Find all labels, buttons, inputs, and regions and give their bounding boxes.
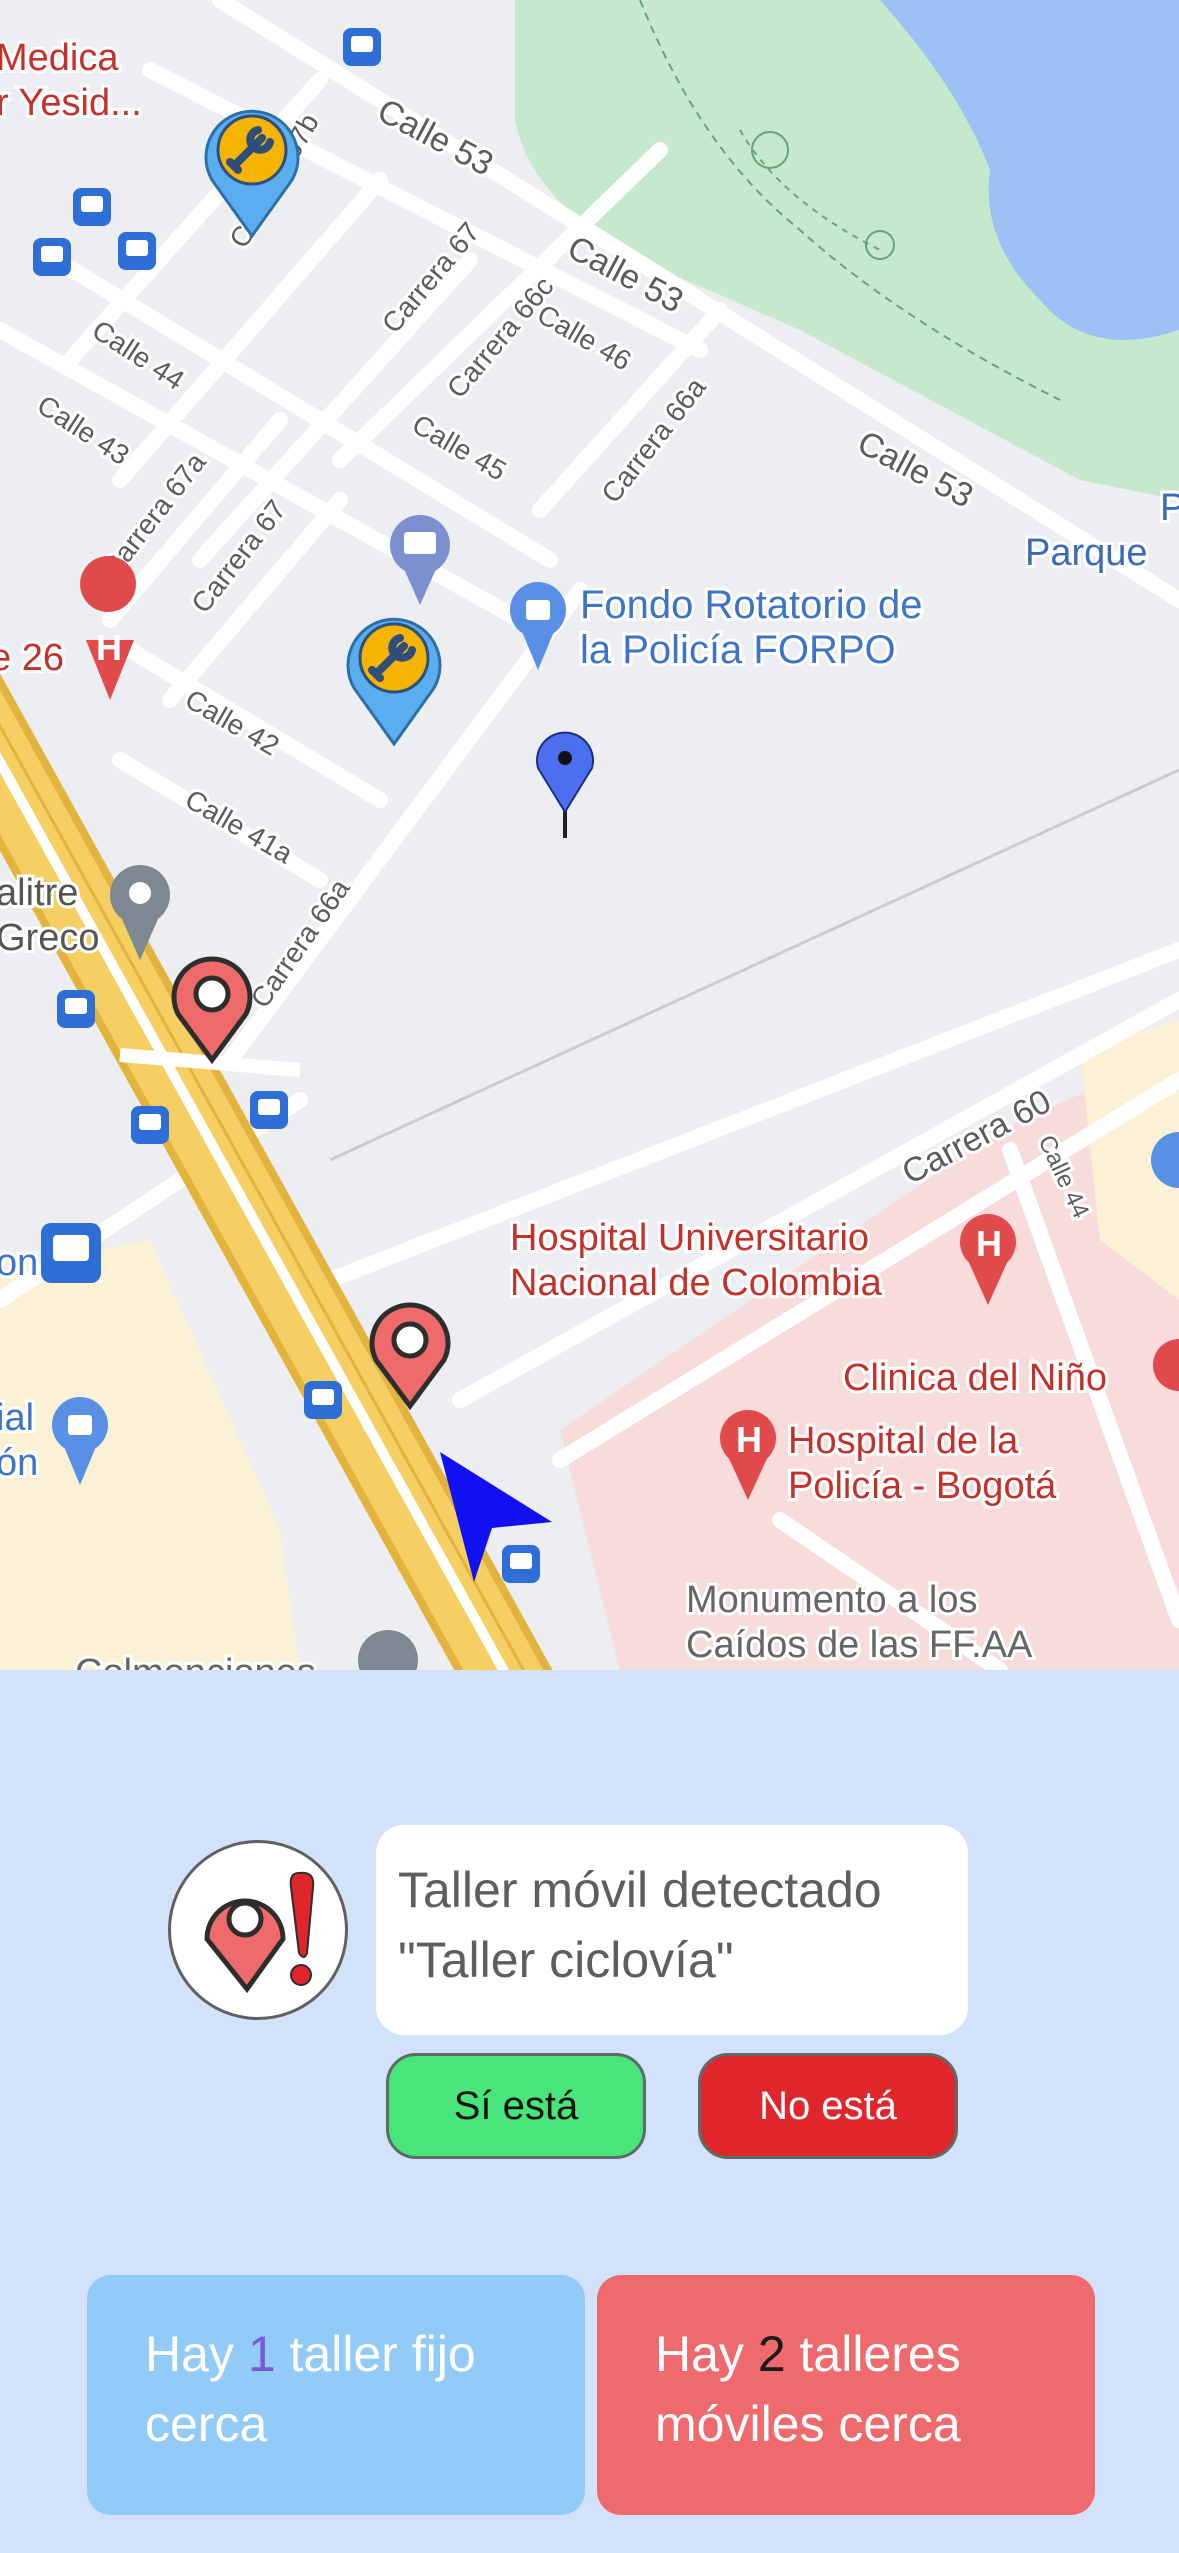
street-label: Carrera 66c — [441, 271, 560, 404]
street-label: Carrera 66a — [245, 873, 356, 1014]
street-label: Calle 53 — [851, 424, 979, 516]
street-label: Calle 53 — [561, 229, 689, 321]
mobile-suffix: talleres — [785, 2326, 961, 2382]
street-label: Calle 41a — [180, 783, 298, 869]
map-pin-icon — [536, 731, 594, 838]
street-label: Carrera 67 — [185, 494, 292, 619]
fixed-workshops-line: Hay 1 taller fijo — [145, 2319, 527, 2389]
mobile-prefix: Hay — [655, 2326, 758, 2382]
mobile-workshop-alert-icon — [168, 1840, 348, 2020]
street-label: Carrera 67 — [376, 216, 486, 338]
place-label: Nacional de Colombia — [510, 1262, 883, 1304]
street-label: Carrera 60 — [896, 1082, 1057, 1192]
street-label: Carrera 66a — [595, 372, 712, 509]
alert-title: Taller móvil detectado — [398, 1862, 882, 1918]
shopping-icon — [510, 582, 566, 670]
mobile-pin-icon — [369, 1302, 451, 1410]
street-label: Calle 53 — [371, 92, 499, 184]
mobile-workshops-card[interactable]: Hay 2 talleres móviles cerca — [597, 2275, 1095, 2515]
fixed-count: 1 — [247, 2326, 276, 2382]
place-label: Caídos de las FF.AA — [686, 1624, 1033, 1666]
place-pin-icon — [110, 865, 170, 960]
place-label: Medica — [0, 37, 119, 79]
place-label: P — [1160, 487, 1179, 529]
place-label: e 26 — [0, 637, 64, 679]
place-label: r Yesid... — [0, 82, 142, 124]
hospital-icon: H — [80, 556, 137, 700]
navigation-arrow-icon — [440, 1452, 552, 1582]
place-label: ial — [0, 1397, 34, 1439]
place-label: Parque — [1025, 532, 1148, 574]
svg-text:H: H — [976, 1223, 1002, 1264]
hospital-icon: H — [960, 1214, 1016, 1305]
place-label: Policía - Bogotá — [788, 1465, 1057, 1507]
atm-icon — [390, 515, 450, 605]
street-label: Calle 45 — [407, 408, 511, 486]
confirm-absent-button[interactable]: No está — [698, 2053, 958, 2159]
place-label: Hospital Universitario — [510, 1217, 869, 1259]
place-label: on — [0, 1242, 38, 1284]
street-label: Calle 46 — [532, 298, 636, 376]
shopping-icon — [1151, 1132, 1179, 1188]
wrench-icon — [346, 617, 442, 747]
mobile-count: 2 — [757, 2326, 786, 2382]
fixed-prefix: Hay — [145, 2326, 248, 2382]
place-label: Clinica del Niño — [843, 1357, 1107, 1399]
street-label: Calle 43 — [32, 389, 135, 471]
place-label: la Policía FORPO — [580, 628, 896, 672]
shopping-icon — [52, 1397, 108, 1485]
wrench-icon — [204, 109, 300, 239]
place-label: Greco — [0, 917, 99, 959]
mobile-workshops-line: Hay 2 talleres — [655, 2319, 1037, 2389]
place-label: Monumento a los — [686, 1579, 978, 1621]
hospital-icon: H — [720, 1410, 776, 1500]
svg-text:H: H — [96, 627, 122, 668]
place-label: Colmenciones — [75, 1652, 316, 1670]
alert-message: Taller móvil detectado "Taller ciclovía" — [376, 1825, 968, 2035]
monument-icon — [358, 1630, 418, 1670]
place-label: Hospital de la — [788, 1420, 1019, 1462]
mobile-pin-icon — [171, 956, 253, 1064]
street-label: Calle 44 — [1033, 1131, 1095, 1222]
fixed-workshops-card[interactable]: Hay 1 taller fijo cerca — [87, 2275, 585, 2515]
map-view[interactable]: Calle 53 Calle 53 Calle 53 Calle 44 Call… — [0, 0, 1179, 1670]
street-label: Calle 42 — [180, 683, 284, 761]
fixed-suffix-2: cerca — [145, 2396, 268, 2452]
place-label: ón — [0, 1442, 38, 1484]
svg-text:H: H — [736, 1419, 762, 1460]
mobile-suffix-2: móviles cerca — [655, 2396, 961, 2452]
fixed-suffix: taller fijo — [275, 2326, 476, 2382]
alert-workshop-name: "Taller ciclovía" — [398, 1932, 734, 1988]
place-label: Fondo Rotatorio de — [580, 583, 922, 627]
street-label: Calle 44 — [87, 314, 190, 396]
confirm-present-button[interactable]: Sí está — [386, 2053, 646, 2159]
place-label: alitre — [0, 872, 78, 914]
